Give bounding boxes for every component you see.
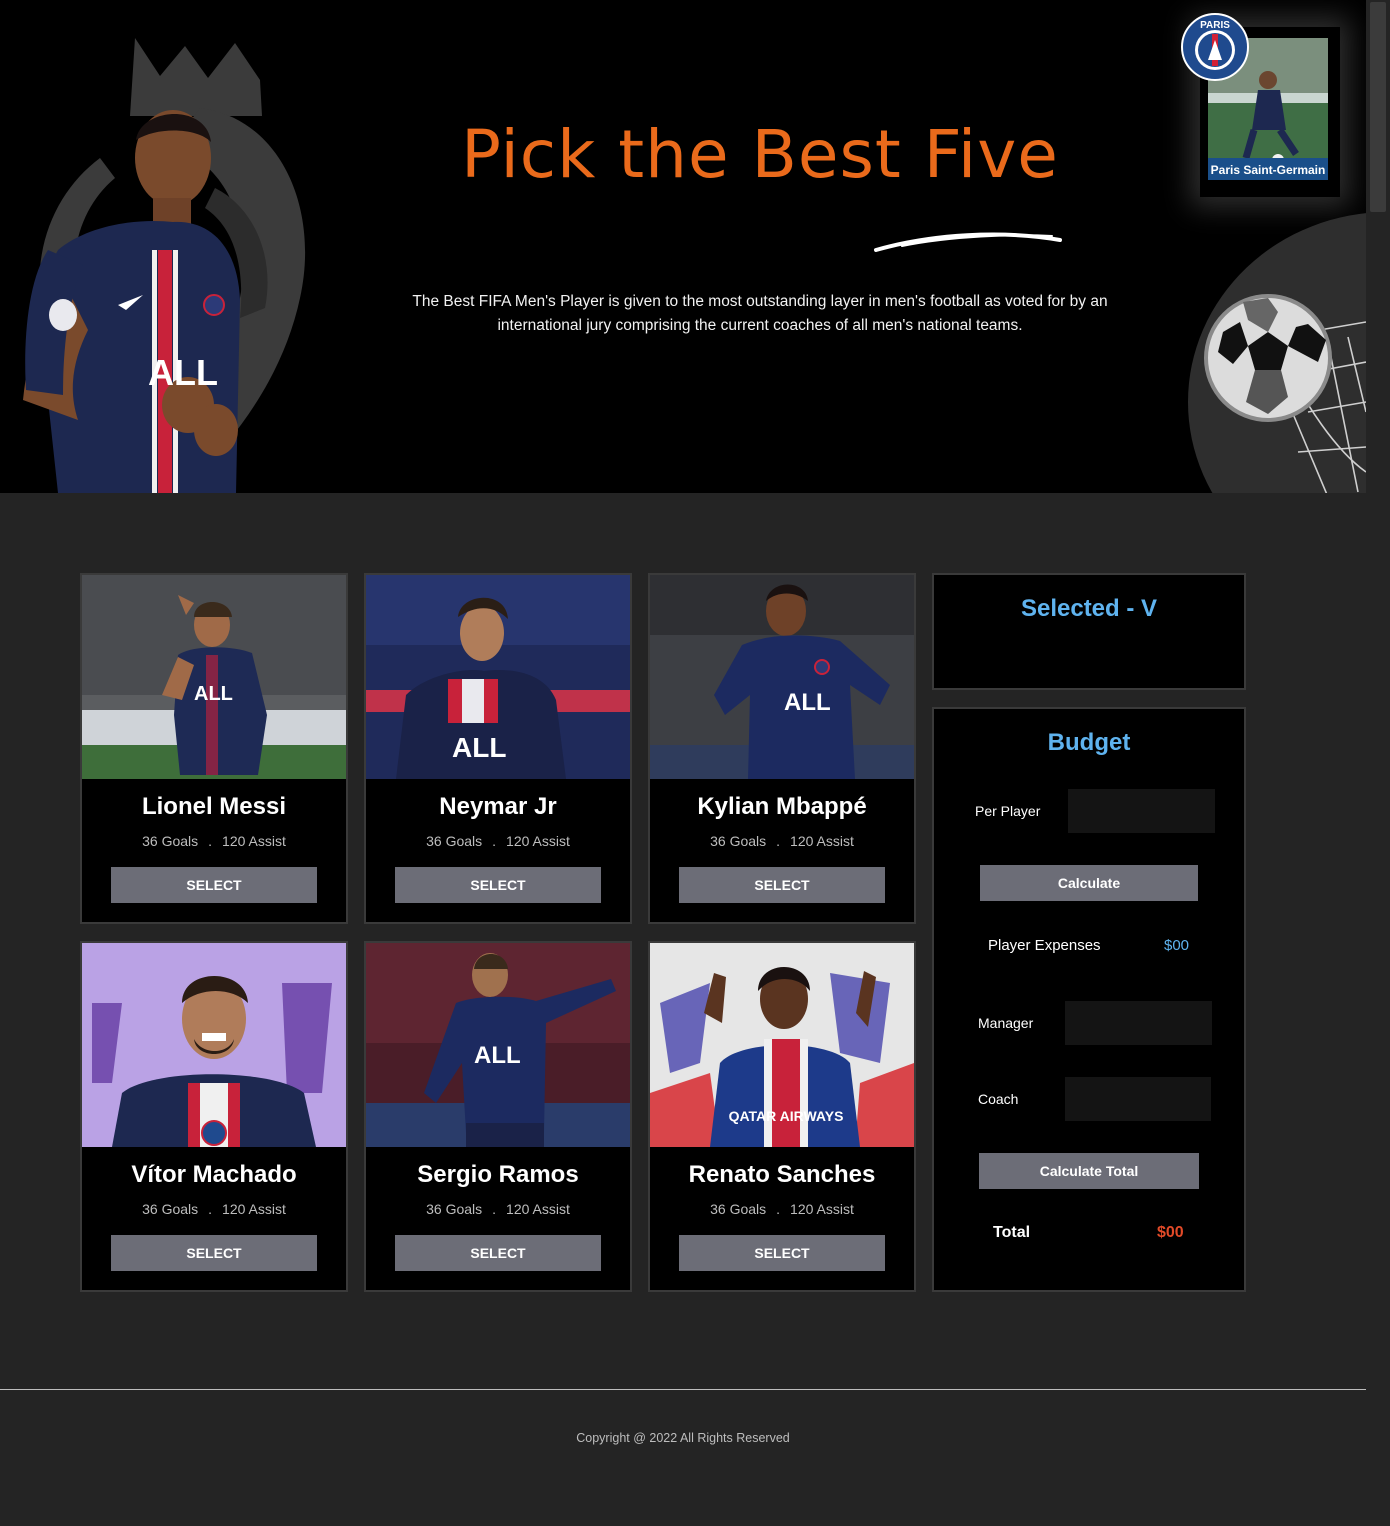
calculate-total-button[interactable]: Calculate Total xyxy=(979,1153,1199,1189)
selected-title: Selected - V xyxy=(1020,595,1158,622)
player-card-sanches: QATAR AIRWAYS Renato Sanches 36 Goals. 12… xyxy=(648,941,916,1292)
player-photo: QATAR AIRWAYS xyxy=(650,943,914,1147)
jersey-text: ALL xyxy=(784,689,831,716)
jersey-text: ALL xyxy=(474,1042,521,1069)
player-assist: 120 Assist xyxy=(790,1201,854,1217)
player-stats: 36 Goals. 120 Assist xyxy=(710,1201,854,1217)
player-expenses-value: $00 xyxy=(1164,937,1190,954)
player-goals: 36 Goals xyxy=(426,833,483,849)
player-assist: 120 Assist xyxy=(790,833,854,849)
player-name: Neymar Jr xyxy=(439,793,557,820)
player-goals: 36 Goals xyxy=(426,1201,483,1217)
player-assist: 120 Assist xyxy=(222,833,286,849)
select-button[interactable]: SELECT xyxy=(111,1235,317,1271)
player-stats: 36 Goals. 120 Assist xyxy=(426,1201,570,1217)
title-underline-swoosh xyxy=(874,232,1062,252)
player-card-ramos: ALL Sergio Ramos 36 Goals. 120 Assist SEL… xyxy=(364,941,632,1292)
footer-divider xyxy=(0,1389,1366,1390)
coach-input[interactable] xyxy=(1065,1077,1211,1121)
manager-label: Manager xyxy=(978,1015,1034,1031)
copyright-text: Copyright @ 2022 All Rights Reserved xyxy=(576,1431,790,1445)
football-net-icon xyxy=(1188,213,1366,493)
player-expenses-label: Player Expenses xyxy=(988,937,1101,954)
select-button[interactable]: SELECT xyxy=(679,867,885,903)
player-stats: 36 Goals. 120 Assist xyxy=(426,833,570,849)
total-label: Total xyxy=(993,1224,1031,1241)
jersey-text: ALL xyxy=(452,732,506,763)
player-goals: 36 Goals xyxy=(142,1201,199,1217)
player-photo: ALL xyxy=(82,575,346,779)
player-name: Sergio Ramos xyxy=(417,1161,579,1188)
select-button[interactable]: SELECT xyxy=(395,1235,601,1271)
player-stats: 36 Goals. 120 Assist xyxy=(710,833,854,849)
player-assist: 120 Assist xyxy=(222,1201,286,1217)
manager-input[interactable] xyxy=(1065,1001,1212,1045)
scrollbar-track[interactable] xyxy=(1366,0,1390,1526)
player-name: Kylian Mbappé xyxy=(697,793,867,820)
select-button[interactable]: SELECT xyxy=(111,867,317,903)
player-photo: ALL xyxy=(366,575,630,779)
per-player-input[interactable] xyxy=(1068,789,1215,833)
player-card-messi: ALL Lionel Messi 36 Goals. 120 Assist SEL… xyxy=(80,573,348,924)
player-photo: ALL xyxy=(366,943,630,1147)
calculate-button[interactable]: Calculate xyxy=(980,865,1198,901)
player-photo: ALL xyxy=(650,575,914,779)
player-assist: 120 Assist xyxy=(506,833,570,849)
psg-badge-icon: PARIS xyxy=(1181,13,1249,81)
player-assist: 120 Assist xyxy=(506,1201,570,1217)
scrollbar-thumb[interactable] xyxy=(1370,2,1386,212)
budget-panel: Budget Per Player Calculate Player Expen… xyxy=(932,707,1246,1292)
jersey-text: QATAR AIRWAYS xyxy=(729,1108,844,1124)
hero-player-image: ALL xyxy=(23,110,241,493)
select-button[interactable]: SELECT xyxy=(395,867,601,903)
club-card-caption: Paris Saint-Germain xyxy=(1208,160,1328,180)
select-button[interactable]: SELECT xyxy=(679,1235,885,1271)
player-card-machado: Vítor Machado 36 Goals. 120 Assist SELECT xyxy=(80,941,348,1292)
player-goals: 36 Goals xyxy=(710,1201,767,1217)
club-card: Paris Saint-Germain PARIS xyxy=(1180,12,1350,192)
per-player-label: Per Player xyxy=(975,803,1041,819)
hero-description: The Best FIFA Men's Player is given to t… xyxy=(412,293,1108,334)
total-value: $00 xyxy=(1157,1224,1184,1241)
player-stats: 36 Goals. 120 Assist xyxy=(142,1201,286,1217)
player-photo xyxy=(82,943,346,1147)
coach-label: Coach xyxy=(978,1091,1019,1107)
player-card-neymar: ALL Neymar Jr 36 Goals. 120 Assist SELECT xyxy=(364,573,632,924)
player-name: Vítor Machado xyxy=(131,1161,297,1188)
budget-title: Budget xyxy=(1047,729,1131,756)
player-name: Lionel Messi xyxy=(141,793,287,820)
player-stats: 36 Goals. 120 Assist xyxy=(142,833,286,849)
psg-badge-text: PARIS xyxy=(1200,20,1230,31)
svg-text:ALL: ALL xyxy=(148,352,218,393)
player-goals: 36 Goals xyxy=(142,833,199,849)
player-name: Renato Sanches xyxy=(688,1161,876,1188)
player-goals: 36 Goals xyxy=(710,833,767,849)
player-card-mbappe: ALL Kylian Mbappé 36 Goals. 120 Assist SE… xyxy=(648,573,916,924)
hero-banner: ALL Pick the Best Five The Best FIFA Men… xyxy=(0,0,1366,493)
selected-panel: Selected - V xyxy=(932,573,1246,690)
page-title: Pick the Best Five xyxy=(461,116,1059,193)
jersey-text: ALL xyxy=(194,683,233,705)
